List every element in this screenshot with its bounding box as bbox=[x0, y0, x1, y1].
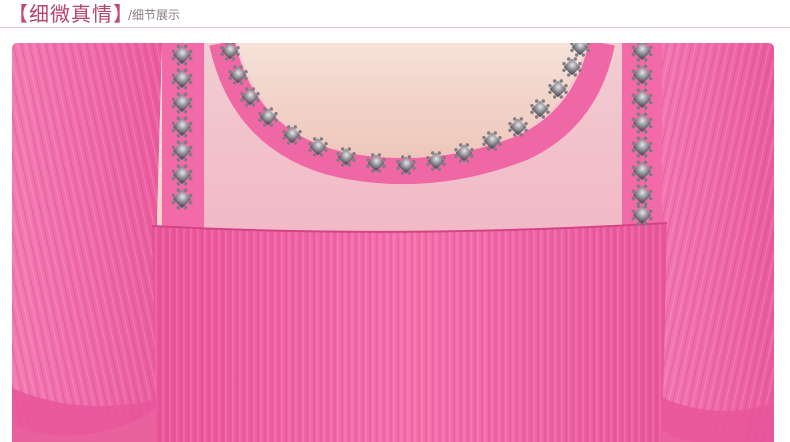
section-header: 【细微真情】 /细节展示 bbox=[0, 0, 790, 32]
product-detail-photo bbox=[12, 43, 774, 442]
bodice-pleats bbox=[152, 223, 667, 442]
header-divider bbox=[0, 27, 790, 28]
title-text: 细微真情 bbox=[29, 2, 113, 26]
title-open-bracket: 【 bbox=[8, 2, 29, 26]
left-sleeve-pleats bbox=[12, 43, 162, 436]
product-detail-page: 【细微真情】 /细节展示 bbox=[0, 0, 790, 442]
section-subtitle: /细节展示 bbox=[128, 8, 181, 22]
section-title: 【细微真情】 bbox=[8, 1, 134, 27]
blouse-neckline-image bbox=[12, 43, 774, 442]
